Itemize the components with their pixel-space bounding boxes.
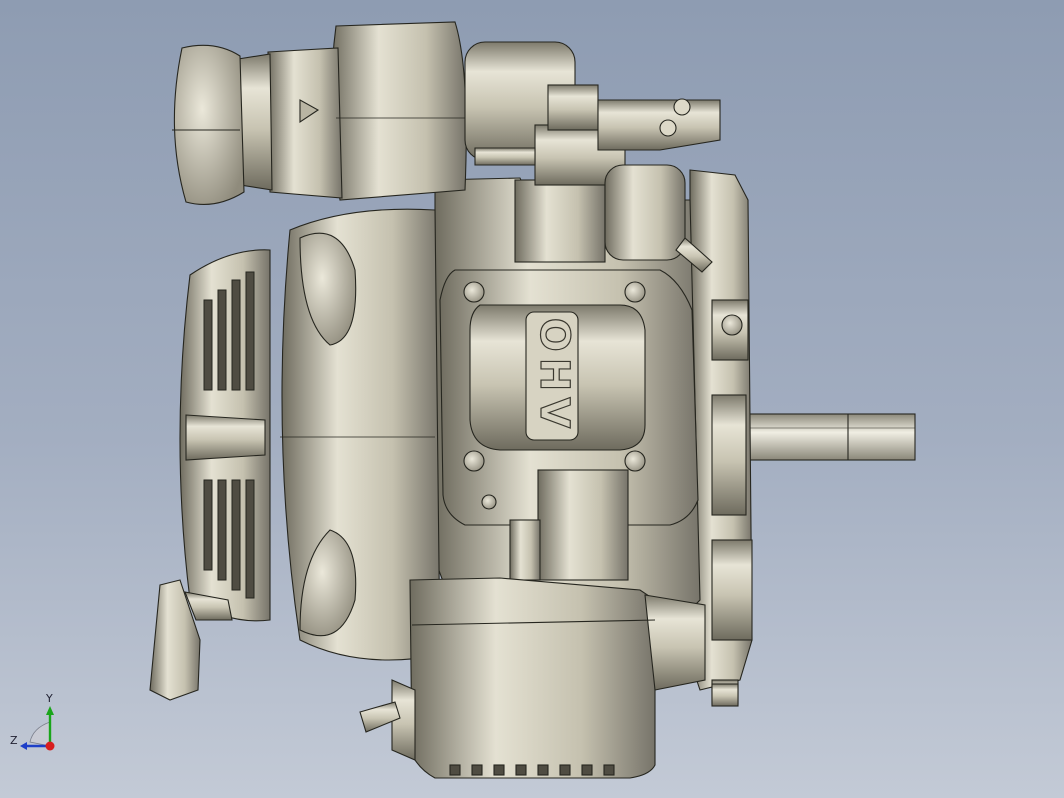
- orientation-triad: [20, 706, 55, 751]
- cad-viewport[interactable]: OHV Y Z: [0, 0, 1064, 798]
- cover-logo: OHV: [531, 318, 577, 434]
- air-cleaner[interactable]: [172, 21, 576, 205]
- triad-z-label: Z: [10, 734, 18, 747]
- starter-handle[interactable]: [149, 579, 233, 701]
- engine-model[interactable]: OHV: [0, 0, 1064, 798]
- drain-plug[interactable]: [711, 683, 739, 707]
- recoil-starter-grille[interactable]: [179, 249, 271, 622]
- x-axis-origin: [45, 741, 55, 751]
- output-shaft[interactable]: [744, 413, 916, 461]
- triad-y-label: Y: [46, 692, 53, 705]
- muffler[interactable]: [359, 577, 706, 779]
